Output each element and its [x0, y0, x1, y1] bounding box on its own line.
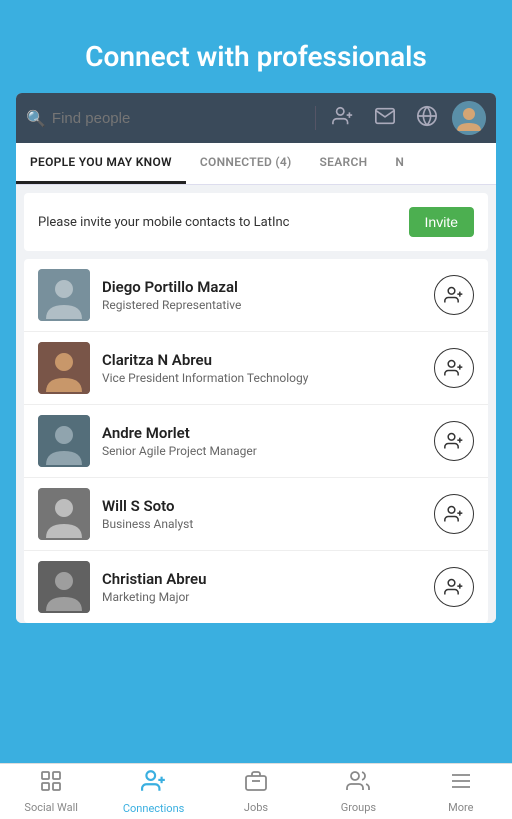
table-row: Will S Soto Business Analyst — [24, 478, 488, 551]
social-wall-icon — [39, 769, 63, 799]
table-row: Claritza N Abreu Vice President Informat… — [24, 332, 488, 405]
table-row: Andre Morlet Senior Agile Project Manage… — [24, 405, 488, 478]
invite-button[interactable]: Invite — [409, 207, 474, 237]
table-row: Christian Abreu Marketing Major — [24, 551, 488, 623]
person-info: Will S Soto Business Analyst — [102, 497, 422, 531]
person-info: Diego Portillo Mazal Registered Represen… — [102, 278, 422, 312]
person-info: Andre Morlet Senior Agile Project Manage… — [102, 424, 422, 458]
nav-label-groups: Groups — [341, 801, 376, 814]
person-title: Business Analyst — [102, 517, 422, 531]
main-card: 🔍 — [16, 93, 496, 623]
avatar — [38, 342, 90, 394]
message-icon[interactable] — [368, 105, 402, 132]
tabs-row: PEOPLE YOU MAY KNOW CONNECTED (4) SEARCH… — [16, 143, 496, 185]
nav-item-jobs[interactable]: Jobs — [205, 764, 307, 819]
search-icon: 🔍 — [26, 109, 46, 128]
person-name: Diego Portillo Mazal — [102, 278, 422, 296]
person-title: Senior Agile Project Manager — [102, 444, 422, 458]
search-input[interactable] — [52, 110, 305, 127]
avatar — [38, 415, 90, 467]
connect-button[interactable] — [434, 421, 474, 461]
nav-label-more: More — [448, 801, 473, 814]
invite-text: Please invite your mobile contacts to La… — [38, 215, 289, 230]
globe-icon[interactable] — [410, 105, 444, 132]
invite-banner: Please invite your mobile contacts to La… — [24, 193, 488, 251]
person-name: Will S Soto — [102, 497, 422, 515]
jobs-icon — [244, 769, 268, 799]
tab-search[interactable]: SEARCH — [306, 143, 382, 184]
user-avatar[interactable] — [452, 101, 486, 135]
person-name: Andre Morlet — [102, 424, 422, 442]
person-info: Claritza N Abreu Vice President Informat… — [102, 351, 422, 385]
avatar — [38, 561, 90, 613]
hero-title: Connect with professionals — [0, 0, 512, 93]
nav-item-groups[interactable]: Groups — [307, 764, 409, 819]
content-area: Please invite your mobile contacts to La… — [16, 193, 496, 623]
tab-people-you-may-know[interactable]: PEOPLE YOU MAY KNOW — [16, 143, 186, 184]
person-name: Christian Abreu — [102, 570, 422, 588]
person-title: Registered Representative — [102, 298, 422, 312]
connect-button[interactable] — [434, 275, 474, 315]
search-bar: 🔍 — [16, 93, 496, 143]
tab-connected[interactable]: CONNECTED (4) — [186, 143, 306, 184]
tab-more[interactable]: N — [381, 143, 418, 184]
divider — [315, 106, 316, 130]
nav-label-jobs: Jobs — [244, 801, 268, 814]
table-row: Diego Portillo Mazal Registered Represen… — [24, 259, 488, 332]
nav-item-social-wall[interactable]: Social Wall — [0, 764, 102, 819]
add-person-icon[interactable] — [326, 105, 360, 132]
nav-item-more[interactable]: More — [410, 764, 512, 819]
nav-label-connections: Connections — [123, 802, 184, 815]
connect-button[interactable] — [434, 567, 474, 607]
connect-button[interactable] — [434, 494, 474, 534]
avatar — [38, 269, 90, 321]
person-name: Claritza N Abreu — [102, 351, 422, 369]
avatar — [38, 488, 90, 540]
groups-icon — [346, 769, 370, 799]
people-list: Diego Portillo Mazal Registered Represen… — [24, 259, 488, 623]
person-title: Marketing Major — [102, 590, 422, 604]
person-info: Christian Abreu Marketing Major — [102, 570, 422, 604]
nav-item-connections[interactable]: Connections — [102, 764, 204, 819]
more-icon — [449, 769, 473, 799]
person-title: Vice President Information Technology — [102, 371, 422, 385]
nav-label-social-wall: Social Wall — [24, 801, 78, 814]
bottom-nav: Social Wall Connections Jobs — [0, 763, 512, 819]
connect-button[interactable] — [434, 348, 474, 388]
connections-icon — [141, 768, 167, 800]
search-input-wrap: 🔍 — [26, 109, 305, 128]
